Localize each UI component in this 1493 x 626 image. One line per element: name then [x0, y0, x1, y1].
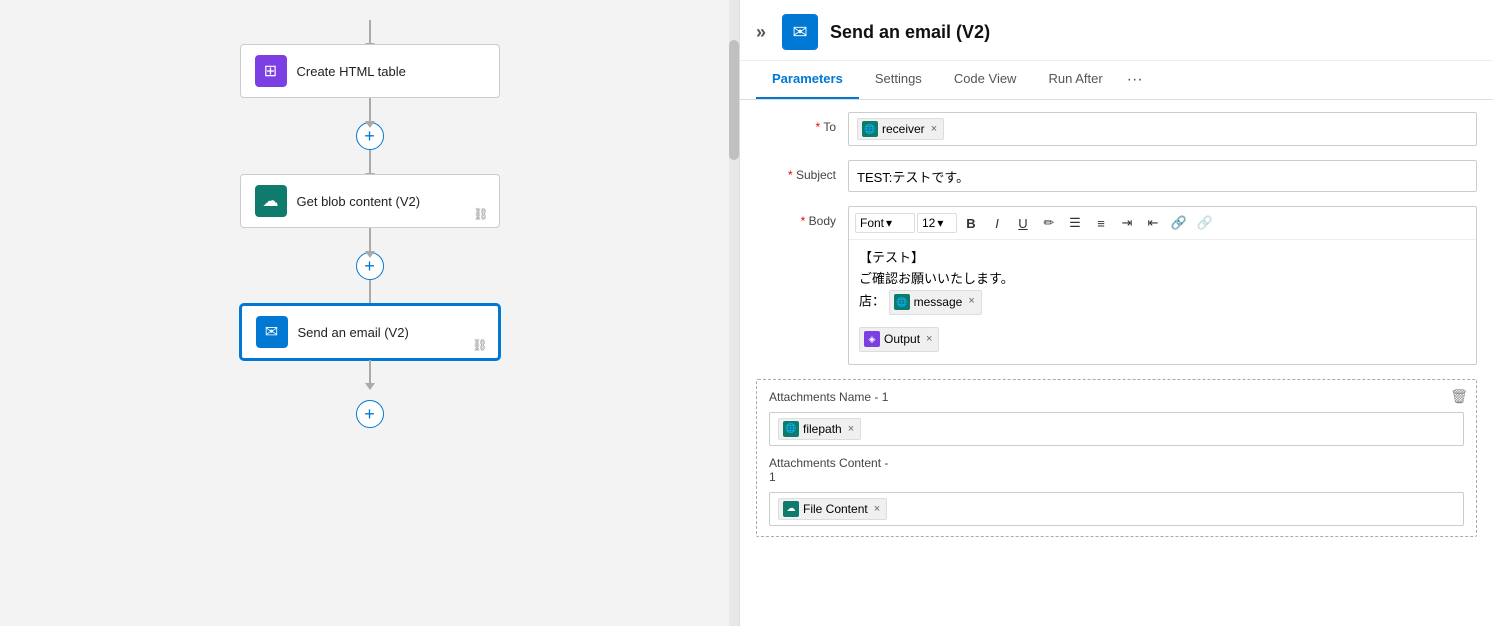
panel-header-icon: ✉ — [782, 14, 818, 50]
italic-button[interactable]: I — [985, 211, 1009, 235]
tab-run-after[interactable]: Run After — [1032, 61, 1118, 99]
filepath-token-icon: 🌐 — [783, 421, 799, 437]
bold-button[interactable]: B — [959, 211, 983, 235]
to-required-star: * — [816, 120, 824, 134]
message-token-icon: 🌐 — [894, 294, 910, 310]
indent-button[interactable]: ⇥ — [1115, 211, 1139, 235]
tab-settings[interactable]: Settings — [859, 61, 938, 99]
subject-label: * Subject — [756, 160, 836, 182]
font-size-select[interactable]: 12 ▾ — [917, 213, 957, 233]
body-line3: 店： 🌐 message × — [859, 290, 1466, 315]
output-token: ◈ Output × — [859, 327, 939, 352]
node-get-blob-content[interactable]: ☁ Get blob content (V2) ⛓ — [240, 174, 500, 228]
message-token-close[interactable]: × — [968, 293, 974, 311]
body-required-star: * — [801, 214, 809, 228]
output-token-close[interactable]: × — [926, 331, 932, 349]
receiver-token-close[interactable]: × — [931, 123, 937, 135]
node-label-get-blob: Get blob content (V2) — [297, 194, 421, 209]
outdent-button[interactable]: ⇤ — [1141, 211, 1165, 235]
node-icon-get-blob: ☁ — [255, 185, 287, 217]
filepath-token-label: filepath — [803, 422, 842, 436]
node-icon-create-html-table: ⊞ — [255, 55, 287, 87]
body-content[interactable]: 【テスト】 ご確認お願いいたします。 店： 🌐 message × ◈ — [849, 240, 1476, 364]
subject-input[interactable] — [848, 160, 1477, 192]
attachments-content-subsection: Attachments Content - 1 ☁ File Content × — [769, 456, 1464, 526]
body-line1: 【テスト】 — [859, 248, 1466, 269]
file-content-token: ☁ File Content × — [778, 498, 887, 520]
filepath-token-close[interactable]: × — [848, 423, 854, 435]
panel-body: * To 🌐 receiver × * Subject * Body — [740, 100, 1493, 626]
connector-arrow-3 — [369, 228, 371, 252]
tab-code-view[interactable]: Code View — [938, 61, 1033, 99]
body-toolbar: Font ▾ 12 ▾ B I U ✏ ☰ ≡ ⇥ ⇤ 🔗 — [849, 207, 1476, 240]
body-field-row: * Body Font ▾ 12 ▾ B I U ✏ — [756, 206, 1477, 365]
subject-field-row: * Subject — [756, 160, 1477, 192]
message-token: 🌐 message × — [889, 290, 982, 315]
receiver-token-icon: 🌐 — [862, 121, 878, 137]
filepath-token: 🌐 filepath × — [778, 418, 861, 440]
subject-required-star: * — [788, 168, 796, 182]
body-label: * Body — [756, 206, 836, 228]
unlink-button[interactable]: 🔗 — [1193, 211, 1217, 235]
connector-arrow-1 — [369, 98, 371, 122]
body-editor[interactable]: Font ▾ 12 ▾ B I U ✏ ☰ ≡ ⇥ ⇤ 🔗 — [848, 206, 1477, 365]
add-step-button-3[interactable]: + — [356, 400, 384, 428]
body-line2: ご確認お願いいたします。 — [859, 269, 1466, 290]
receiver-token: 🌐 receiver × — [857, 118, 944, 140]
file-content-token-close[interactable]: × — [874, 503, 880, 515]
scrollbar-thumb[interactable] — [729, 40, 739, 160]
font-select-label: Font — [860, 216, 884, 230]
flow-canvas: ⊞ Create HTML table + ☁ Get blob content… — [0, 0, 740, 626]
unordered-list-button[interactable]: ☰ — [1063, 211, 1087, 235]
file-content-token-icon: ☁ — [783, 501, 799, 517]
attachments-delete-button[interactable]: 🗑 — [1450, 388, 1468, 405]
connector-arrow-4 — [369, 280, 371, 304]
to-label: * To — [756, 112, 836, 134]
output-token-icon: ◈ — [864, 331, 880, 347]
font-size-label: 12 — [922, 216, 935, 230]
panel-title: Send an email (V2) — [830, 22, 990, 43]
font-select[interactable]: Font ▾ — [855, 213, 915, 233]
attachments-name-input[interactable]: 🌐 filepath × — [769, 412, 1464, 446]
connector-arrow-2 — [369, 150, 371, 174]
action-config-panel: » ✉ Send an email (V2) Parameters Settin… — [740, 0, 1493, 626]
link-button[interactable]: 🔗 — [1167, 211, 1191, 235]
output-token-label: Output — [884, 330, 920, 349]
connector-arrow-top — [369, 20, 371, 44]
pen-button[interactable]: ✏ — [1037, 211, 1061, 235]
attachments-content-input[interactable]: ☁ File Content × — [769, 492, 1464, 526]
message-token-label: message — [914, 293, 963, 312]
output-token-row: ◈ Output × — [859, 323, 1466, 356]
flow-nodes: ⊞ Create HTML table + ☁ Get blob content… — [0, 10, 739, 428]
node-send-email[interactable]: ✉ Send an email (V2) ⛓ — [240, 304, 500, 360]
connector-arrow-5 — [369, 360, 371, 384]
node-label-send-email: Send an email (V2) — [298, 325, 409, 340]
file-content-token-label: File Content — [803, 502, 868, 516]
receiver-token-label: receiver — [882, 122, 925, 136]
attachments-name-label: Attachments Name - 1 — [769, 390, 1464, 404]
node-icon-send-email: ✉ — [256, 316, 288, 348]
scrollbar-track[interactable] — [729, 0, 739, 626]
collapse-panel-button[interactable]: » — [756, 22, 766, 43]
attachments-name-section: 🗑 Attachments Name - 1 🌐 filepath × Atta… — [756, 379, 1477, 537]
node-link-icon-get-blob: ⛓ — [473, 207, 488, 221]
panel-header: » ✉ Send an email (V2) — [740, 0, 1493, 61]
attachments-content-label: Attachments Content - 1 — [769, 456, 1464, 484]
underline-button[interactable]: U — [1011, 211, 1035, 235]
node-label-create-html-table: Create HTML table — [297, 64, 406, 79]
tab-parameters[interactable]: Parameters — [756, 61, 859, 99]
body-line3-prefix: 店： — [859, 293, 885, 308]
font-size-chevron: ▾ — [937, 216, 943, 230]
to-input[interactable]: 🌐 receiver × — [848, 112, 1477, 146]
font-select-chevron: ▾ — [886, 216, 892, 230]
node-link-icon-send-email: ⛓ — [472, 338, 487, 352]
node-create-html-table[interactable]: ⊞ Create HTML table — [240, 44, 500, 98]
panel-tabs: Parameters Settings Code View Run After … — [740, 61, 1493, 100]
ordered-list-button[interactable]: ≡ — [1089, 211, 1113, 235]
tab-more-button[interactable]: ··· — [1119, 61, 1151, 99]
to-field-row: * To 🌐 receiver × — [756, 112, 1477, 146]
